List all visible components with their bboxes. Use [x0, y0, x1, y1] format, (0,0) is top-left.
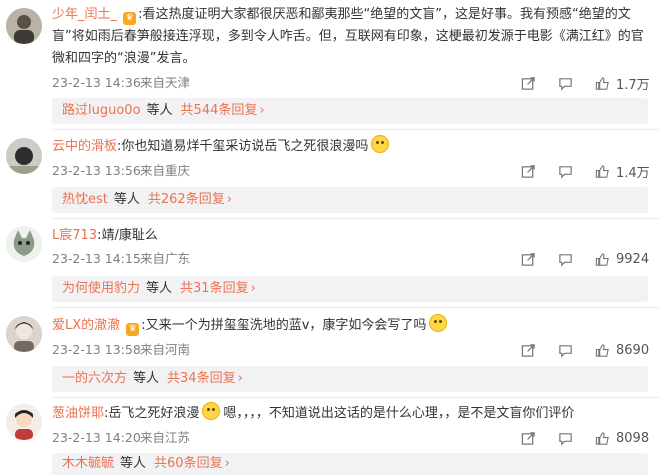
reply-username[interactable]: 路过luguo0o	[62, 103, 141, 118]
comment-meta: 23-2-13 14:36 来自天津 1.7万	[52, 73, 652, 93]
like-icon[interactable]	[595, 431, 610, 446]
share-icon[interactable]	[521, 431, 536, 446]
comment-icon[interactable]	[558, 164, 573, 179]
comment-username[interactable]: 云中的滑板	[52, 139, 117, 154]
share-icon[interactable]	[521, 164, 536, 179]
avatar[interactable]	[6, 138, 42, 174]
comment-location: 来自天津	[140, 75, 191, 90]
shrug-emoji-icon	[202, 402, 221, 420]
avatar[interactable]	[6, 404, 42, 440]
comment-icon[interactable]	[558, 431, 573, 446]
comment-username[interactable]: L宸713	[52, 228, 97, 243]
reply-etc-label: 等人	[120, 456, 147, 471]
reply-summary[interactable]: 为何使用豹力 等人 共31条回复 ›	[52, 276, 648, 302]
comment-timestamp: 23-2-13 13:58	[52, 342, 141, 357]
divider	[52, 218, 660, 219]
comment-meta: 23-2-13 14:20 来自江苏 8098	[52, 428, 652, 448]
reply-etc-label: 等人	[113, 192, 140, 207]
reply-summary[interactable]: 一的六次方 等人 共34条回复 ›	[52, 366, 648, 392]
comment-username[interactable]: 少年_闰土_	[52, 7, 117, 22]
comment-text: 你也知道易烊千玺采访说岳飞之死很浪漫吗	[121, 139, 369, 154]
like-count: 8098	[616, 430, 650, 446]
comment-text-block: 葱油饼耶:岳飞之死好浪漫 嗯，，，，不知道说出这话的是什么心理，，是不是文盲你们评…	[52, 402, 652, 425]
reply-count-link[interactable]: 共34条回复	[167, 371, 236, 386]
comment-text: 又来一个为拼玺玺洗地的蓝v，康字如今会写了吗	[145, 318, 427, 333]
reply-username[interactable]: 热忱est	[62, 192, 108, 207]
chevron-right-icon: ›	[226, 192, 232, 207]
comment-username[interactable]: 葱油饼耶	[52, 406, 104, 421]
comment-actions: 9924	[499, 249, 650, 269]
comment-text-part2: 嗯，，，，不知道说出这话的是什么心理，，是不是文盲你们评价	[223, 406, 575, 421]
comment-actions: 8690	[499, 340, 650, 360]
reply-username[interactable]: 为何使用豹力	[62, 281, 140, 296]
comment-location: 来自广东	[140, 251, 191, 266]
reply-count-link[interactable]: 共31条回复	[180, 281, 249, 296]
reply-etc-label: 等人	[146, 103, 173, 118]
like-icon[interactable]	[595, 76, 610, 91]
vip-badge-icon: ♛	[126, 323, 140, 336]
comment-icon[interactable]	[558, 76, 573, 91]
comment-location: 来自重庆	[140, 163, 191, 178]
comment-text-block: 云中的滑板:你也知道易烊千玺采访说岳飞之死很浪漫吗	[52, 135, 652, 158]
comment-timestamp: 23-2-13 14:15	[52, 251, 141, 266]
comment-meta: 23-2-13 13:56 来自重庆 1.4万	[52, 161, 652, 181]
like-icon[interactable]	[595, 343, 610, 358]
chevron-right-icon: ›	[224, 456, 230, 471]
comment-timestamp: 23-2-13 14:36	[52, 75, 141, 90]
reply-summary[interactable]: 木木毓毓 等人 共60条回复 ›	[52, 453, 648, 475]
like-count: 9924	[616, 251, 650, 267]
comment-text-part1: 岳飞之死好浪漫	[108, 406, 200, 421]
share-icon[interactable]	[521, 343, 536, 358]
comment-location: 来自江苏	[140, 430, 191, 445]
reply-count-link[interactable]: 共262条回复	[148, 192, 225, 207]
comment-meta: 23-2-13 14:15 来自广东 9924	[52, 249, 652, 269]
reply-etc-label: 等人	[146, 281, 173, 296]
chevron-right-icon: ›	[259, 103, 265, 118]
comment-text-block: 少年_闰土_ ♛:看这热度证明大家都很厌恶和鄙夷那些“绝望的文盲”，这是好事。我…	[52, 7, 644, 66]
reply-summary[interactable]: 热忱est 等人 共262条回复 ›	[52, 187, 648, 213]
share-icon[interactable]	[521, 252, 536, 267]
comment-meta: 23-2-13 13:58 来自河南 8690	[52, 340, 652, 360]
comment-actions: 8098	[499, 428, 650, 448]
comment-actions: 1.4万	[499, 161, 650, 181]
embarrassed-emoji-icon	[371, 135, 390, 153]
like-count: 1.4万	[616, 165, 650, 181]
chevron-right-icon: ›	[250, 281, 256, 296]
like-count: 1.7万	[616, 77, 650, 93]
comment-timestamp: 23-2-13 14:20	[52, 430, 141, 445]
like-icon[interactable]	[595, 164, 610, 179]
reply-count-link[interactable]: 共60条回复	[154, 456, 223, 471]
chevron-right-icon: ›	[237, 371, 243, 386]
smile-emoji-icon	[429, 314, 448, 332]
share-icon[interactable]	[521, 76, 536, 91]
like-count: 8690	[616, 342, 650, 358]
vip-badge-icon: ♛	[123, 12, 137, 25]
comment-icon[interactable]	[558, 252, 573, 267]
reply-count-link[interactable]: 共544条回复	[181, 103, 258, 118]
comment-actions: 1.7万	[499, 73, 650, 93]
reply-summary[interactable]: 路过luguo0o 等人 共544条回复 ›	[52, 98, 648, 124]
reply-username[interactable]: 一的六次方	[62, 371, 127, 386]
comment-username[interactable]: 爱LX的澈澈	[52, 318, 120, 333]
comment-timestamp: 23-2-13 13:56	[52, 163, 141, 178]
comment-location: 来自河南	[140, 342, 191, 357]
reply-username[interactable]: 木木毓毓	[62, 456, 114, 471]
divider	[52, 129, 660, 130]
comment-text-block: 爱LX的澈澈 ♛:又来一个为拼玺玺洗地的蓝v，康字如今会写了吗	[52, 314, 652, 337]
comment-icon[interactable]	[558, 343, 573, 358]
avatar[interactable]	[6, 316, 42, 352]
comment-text-block: L宸713:靖/康耻么	[52, 228, 158, 243]
avatar[interactable]	[6, 8, 42, 44]
comment-feed: 少年_闰土_ ♛:看这热度证明大家都很厌恶和鄙夷那些“绝望的文盲”，这是好事。我…	[0, 0, 660, 475]
like-icon[interactable]	[595, 252, 610, 267]
avatar[interactable]	[6, 226, 42, 262]
comment-text: 靖/康耻么	[101, 228, 158, 243]
comment-text: 看这热度证明大家都很厌恶和鄙夷那些“绝望的文盲”，这是好事。我有预感“绝望的文盲…	[52, 7, 644, 66]
reply-etc-label: 等人	[133, 371, 160, 386]
divider	[52, 397, 660, 398]
divider	[52, 307, 660, 308]
